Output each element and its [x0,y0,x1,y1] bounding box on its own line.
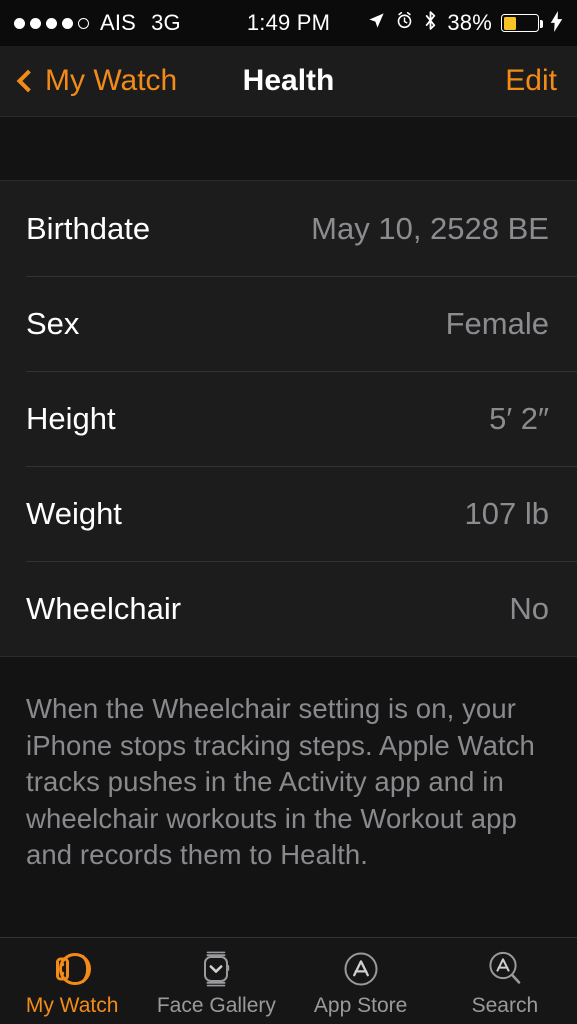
row-value: 107 lb [464,495,549,531]
section-spacer [0,117,577,180]
tab-search[interactable]: Search [433,947,577,1016]
row-birthdate[interactable]: Birthdate May 10, 2528 BE [0,181,577,276]
app-screen: AIS 3G 1:49 PM 38% My Watch Health Edit … [0,0,577,1024]
bluetooth-icon [423,10,438,37]
status-bar: AIS 3G 1:49 PM 38% [0,0,577,46]
row-weight[interactable]: Weight 107 lb [0,466,577,561]
back-button-label: My Watch [45,64,178,97]
row-label: Weight [26,495,122,531]
signal-dot-1 [14,17,25,29]
row-value: No [509,590,549,626]
carrier-name: AIS [100,10,137,35]
status-bar-left: AIS 3G [14,10,181,36]
location-arrow-icon [367,10,386,36]
row-height[interactable]: Height 5′ 2″ [0,371,577,466]
signal-dot-5 [78,17,89,29]
row-label: Wheelchair [26,590,182,626]
tab-label: App Store [313,993,408,1017]
row-wheelchair[interactable]: Wheelchair No [0,561,577,656]
chevron-left-icon [16,69,40,93]
navigation-bar: My Watch Health Edit [0,46,577,117]
app-store-icon [340,947,382,991]
watch-side-icon [49,947,95,991]
battery-icon [501,14,543,32]
tab-my-watch[interactable]: My Watch [0,947,144,1016]
tab-face-gallery[interactable]: Face Gallery [144,947,288,1016]
tab-label: Face Gallery [156,993,276,1017]
status-bar-right: 38% [367,10,563,37]
battery-percent-label: 38% [447,10,492,35]
scroll-content[interactable]: Birthdate May 10, 2528 BE Sex Female Hei… [0,117,577,937]
row-value: Female [445,305,549,341]
signal-dot-2 [30,17,41,29]
network-type: 3G [151,10,181,35]
wheelchair-footer-note: When the Wheelchair setting is on, your … [26,693,535,870]
row-label: Sex [26,305,80,341]
back-button[interactable]: My Watch [16,64,178,98]
health-settings-group: Birthdate May 10, 2528 BE Sex Female Hei… [0,180,577,657]
row-value: May 10, 2528 BE [311,210,549,246]
signal-dot-4 [62,17,73,29]
search-icon [484,947,526,991]
edit-button[interactable]: Edit [505,64,557,98]
signal-strength-dots [14,17,89,29]
row-sex[interactable]: Sex Female [0,276,577,371]
alarm-clock-icon [395,10,414,36]
lightning-bolt-icon [550,10,563,36]
tab-app-store[interactable]: App Store [289,947,433,1016]
battery-fill [503,16,517,30]
row-value: 5′ 2″ [489,400,549,436]
signal-dot-3 [46,17,57,29]
row-label: Height [26,400,116,436]
row-label: Birthdate [26,210,151,246]
watch-face-icon [196,947,236,991]
tab-bar: My Watch Face Gallery App Store Search [0,937,577,1024]
tab-label: Search [471,993,539,1017]
tab-label: My Watch [25,993,119,1017]
